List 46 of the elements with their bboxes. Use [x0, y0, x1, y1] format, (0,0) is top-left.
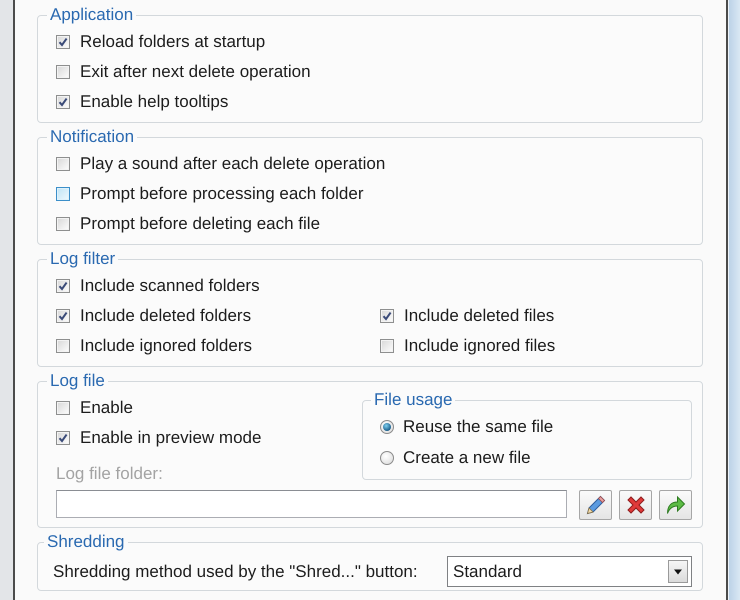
checkbox[interactable] [56, 401, 70, 415]
radio-button[interactable] [380, 420, 394, 434]
checkbox[interactable] [380, 309, 394, 323]
folder-path-field[interactable] [56, 490, 567, 518]
radio-button[interactable] [380, 450, 394, 464]
field-label: Log file folder: [56, 465, 163, 483]
group-title: File usage [373, 391, 454, 409]
curved-arrow-icon [666, 495, 686, 515]
checkbox[interactable] [56, 35, 70, 49]
group-title: Notification [49, 128, 136, 146]
shredding-method-label: Shredding method used by the "Shred..." button: [53, 562, 418, 580]
checkbox[interactable] [56, 309, 70, 323]
checkbox[interactable] [56, 95, 70, 109]
checkbox-label[interactable]: Include scanned folders [80, 277, 260, 295]
checkbox-label[interactable]: Enable help tooltips [80, 93, 228, 111]
checkbox[interactable] [56, 217, 70, 231]
radio-label[interactable]: Create a new file [403, 448, 531, 466]
group-title: Log filter [49, 250, 116, 268]
checkbox[interactable] [380, 339, 394, 353]
checkbox[interactable] [56, 431, 70, 445]
checkbox-label[interactable]: Include ignored folders [80, 337, 252, 355]
checkbox-label[interactable]: Exit after next delete operation [80, 63, 311, 81]
radio-label[interactable]: Reuse the same file [403, 418, 554, 436]
checkbox-label[interactable]: Enable [80, 399, 133, 417]
checkbox-label[interactable]: Prompt before processing each folder [80, 185, 364, 203]
checkbox-label[interactable]: Include deleted folders [80, 307, 252, 325]
delete-button[interactable] [619, 490, 652, 520]
checkbox[interactable] [56, 157, 70, 171]
checkbox-label[interactable]: Prompt before deleting each file [80, 215, 320, 233]
checkbox[interactable] [56, 279, 70, 293]
group-title: Log file [49, 372, 106, 390]
checkbox-label[interactable]: Play a sound after each delete operation [80, 155, 386, 173]
checkbox-label[interactable]: Enable in preview mode [80, 429, 262, 447]
checkbox[interactable] [56, 187, 70, 201]
checkbox[interactable] [56, 339, 70, 353]
group-title: Shredding [46, 533, 126, 551]
checkbox-label[interactable]: Reload folders at startup [80, 33, 266, 51]
checkbox[interactable] [56, 65, 70, 79]
edit-button[interactable] [579, 490, 612, 520]
group-title: Application [49, 6, 134, 24]
checkbox-label[interactable]: Include deleted files [404, 307, 554, 325]
checkbox-label[interactable]: Include ignored files [404, 337, 556, 355]
go-button[interactable] [659, 490, 692, 520]
method-dropdown[interactable]: Standard [447, 556, 692, 587]
cross-icon [626, 495, 646, 515]
pencil-icon [586, 495, 606, 515]
